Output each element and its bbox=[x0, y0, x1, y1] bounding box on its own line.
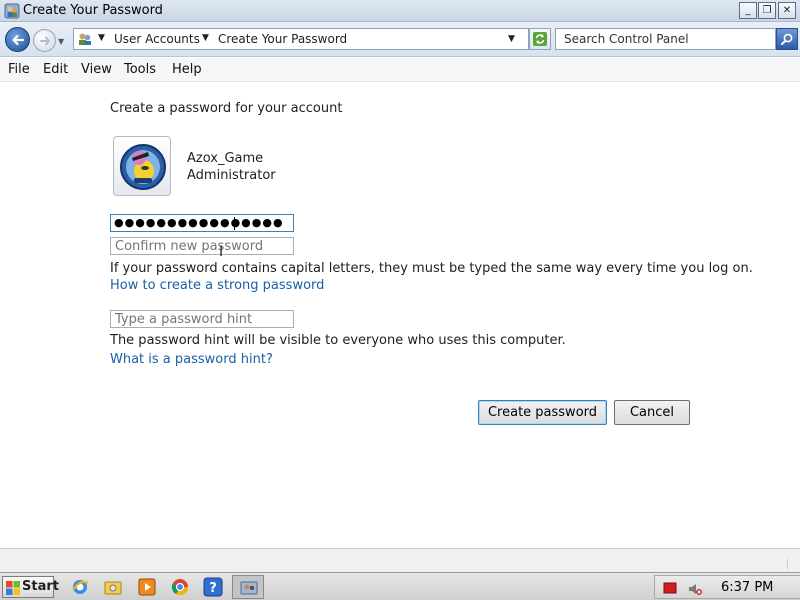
page-heading: Create a password for your account bbox=[110, 101, 343, 116]
flag-icon[interactable] bbox=[663, 581, 677, 595]
ibeam-cursor-icon: I bbox=[219, 244, 224, 260]
title-bar: Create Your Password _ ❐ ✕ bbox=[0, 0, 800, 22]
status-bar bbox=[0, 548, 800, 572]
navigation-bar: ▼ ▼ User Accounts ▼ Create Your Password… bbox=[0, 22, 800, 57]
clock[interactable]: 6:37 PM bbox=[721, 580, 773, 595]
address-dropdown-icon[interactable]: ▼ bbox=[508, 34, 515, 44]
new-password-field[interactable]: ●●●●●●●●●●●●●●●● bbox=[110, 214, 294, 232]
text-caret bbox=[234, 217, 235, 230]
resize-grip[interactable] bbox=[787, 559, 797, 569]
main-content: Create a password for your account Azox_… bbox=[0, 82, 800, 548]
refresh-button[interactable] bbox=[529, 28, 551, 50]
taskbar: Start ? 6:37 PM bbox=[0, 572, 800, 600]
user-role: Administrator bbox=[187, 168, 276, 183]
menu-edit[interactable]: Edit bbox=[43, 62, 68, 77]
capital-letters-note: If your password contains capital letter… bbox=[110, 261, 753, 276]
menu-file[interactable]: File bbox=[8, 62, 30, 77]
strong-password-link[interactable]: How to create a strong password bbox=[110, 278, 324, 293]
confirm-password-field[interactable] bbox=[110, 237, 294, 255]
media-player-icon[interactable] bbox=[137, 577, 157, 597]
user-accounts-window-icon bbox=[240, 581, 258, 595]
breadcrumb-user-accounts[interactable]: User Accounts bbox=[114, 32, 200, 46]
start-label: Start bbox=[22, 579, 59, 594]
user-accounts-icon bbox=[4, 3, 20, 19]
menu-view[interactable]: View bbox=[81, 62, 112, 77]
user-accounts-window-button[interactable] bbox=[232, 575, 264, 599]
user-name: Azox_Game bbox=[187, 151, 264, 166]
system-tray: 6:37 PM bbox=[654, 575, 800, 599]
explorer-icon[interactable] bbox=[103, 577, 123, 597]
cancel-button[interactable]: Cancel bbox=[614, 400, 690, 425]
back-button[interactable] bbox=[5, 27, 30, 52]
breadcrumb-create-password[interactable]: Create Your Password bbox=[218, 32, 347, 46]
maximize-button[interactable]: ❐ bbox=[758, 2, 776, 19]
svg-text:?: ? bbox=[209, 581, 217, 596]
search-input[interactable]: Search Control Panel bbox=[555, 28, 776, 50]
user-picture-icon bbox=[120, 144, 166, 190]
menu-bar: File Edit View Tools Help bbox=[0, 58, 800, 82]
breadcrumb-separator-icon[interactable]: ▼ bbox=[98, 33, 105, 43]
back-arrow-icon bbox=[12, 34, 25, 46]
password-hint-field[interactable] bbox=[110, 310, 294, 328]
search-button[interactable] bbox=[776, 28, 798, 50]
windows-logo-icon bbox=[6, 581, 20, 595]
forward-button[interactable] bbox=[33, 29, 56, 52]
chrome-icon[interactable] bbox=[170, 577, 190, 597]
window-title: Create Your Password bbox=[23, 3, 163, 18]
help-icon[interactable]: ? bbox=[203, 577, 223, 597]
volume-muted-icon[interactable] bbox=[687, 581, 703, 597]
forward-arrow-icon bbox=[40, 36, 50, 46]
ie-icon[interactable] bbox=[70, 577, 90, 597]
avatar bbox=[113, 136, 171, 196]
password-hint-input[interactable] bbox=[115, 312, 293, 327]
close-button[interactable]: ✕ bbox=[778, 2, 796, 19]
start-button[interactable]: Start bbox=[2, 576, 59, 598]
create-password-button[interactable]: Create password bbox=[478, 400, 607, 425]
minimize-button[interactable]: _ bbox=[739, 2, 757, 19]
control-panel-icon bbox=[79, 33, 91, 45]
recent-pages-dropdown[interactable]: ▼ bbox=[58, 37, 64, 46]
hint-visibility-note: The password hint will be visible to eve… bbox=[110, 333, 566, 348]
address-bar[interactable]: ▼ User Accounts ▼ Create Your Password ▼ bbox=[73, 28, 529, 50]
confirm-password-input[interactable] bbox=[115, 239, 293, 254]
refresh-icon bbox=[533, 32, 547, 46]
password-hint-help-link[interactable]: What is a password hint? bbox=[110, 352, 273, 367]
menu-tools[interactable]: Tools bbox=[124, 62, 156, 77]
breadcrumb-separator-icon[interactable]: ▼ bbox=[202, 33, 209, 43]
menu-help[interactable]: Help bbox=[172, 62, 202, 77]
password-mask: ●●●●●●●●●●●●●●●● bbox=[114, 216, 284, 229]
search-icon bbox=[781, 33, 793, 45]
